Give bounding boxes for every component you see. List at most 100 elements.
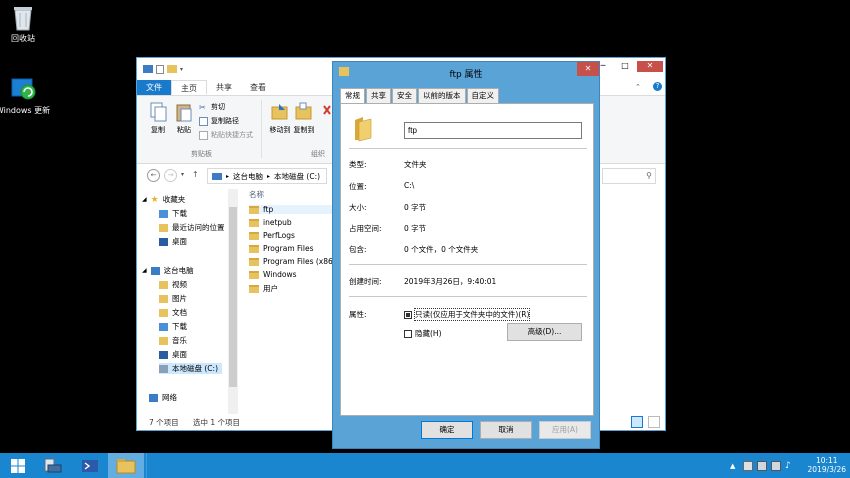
tab-customize[interactable]: 自定义 xyxy=(466,88,499,103)
nav-pc-desktop[interactable]: 桌面 xyxy=(159,349,187,360)
scrollbar-thumb[interactable] xyxy=(229,207,237,387)
start-button[interactable] xyxy=(0,453,36,478)
minimize-button[interactable]: ─ xyxy=(593,61,613,72)
nav-pc-downloads[interactable]: 下载 xyxy=(159,321,187,332)
nav-pc-music[interactable]: 音乐 xyxy=(159,335,187,346)
nav-this-pc[interactable]: ◢ 这台电脑 xyxy=(142,265,194,276)
details-view-icon[interactable] xyxy=(631,416,643,428)
quick-access-computer-icon[interactable] xyxy=(143,65,153,73)
copy-path-icon xyxy=(199,116,208,126)
explorer-close-button[interactable]: ✕ xyxy=(637,61,663,72)
address-bar[interactable]: ▸ 这台电脑 ▸ 本地磁盘 (C:) xyxy=(207,168,327,184)
apply-button[interactable]: 应用(A) xyxy=(539,421,591,439)
cut-button[interactable]: ✂ 剪切 xyxy=(199,102,225,112)
copy-to-button[interactable]: 复制到 xyxy=(289,102,319,135)
forward-button[interactable]: → xyxy=(164,169,177,182)
advanced-button[interactable]: 高级(D)... xyxy=(507,323,582,341)
tab-security[interactable]: 安全 xyxy=(392,88,417,103)
windows-update-icon xyxy=(10,76,36,102)
file-name: Program Files (x86 xyxy=(263,257,333,266)
paste-button[interactable]: 粘贴 xyxy=(169,102,199,135)
ok-button[interactable]: 确定 xyxy=(421,421,473,439)
readonly-checkbox[interactable]: 只读(仅应用于文件夹中的文件)(R) xyxy=(404,308,531,321)
quick-access-folder-icon[interactable] xyxy=(167,65,177,73)
taskbar-powershell[interactable] xyxy=(72,453,108,478)
checkbox-icon xyxy=(404,329,412,338)
search-input[interactable]: ⚲ xyxy=(602,168,656,184)
nav-item-label: 视频 xyxy=(172,280,187,289)
general-tab-page: 类型: 文件夹 位置: C:\ 大小: 0 字节 占用空间: 0 字节 包含: … xyxy=(340,103,594,416)
size-on-disk-label: 占用空间: xyxy=(349,224,382,233)
taskbar-server-manager[interactable] xyxy=(34,453,70,478)
contains-value: 0 个文件，0 个文件夹 xyxy=(404,245,479,254)
breadcrumb-this-pc[interactable]: 这台电脑 xyxy=(233,171,263,182)
back-button[interactable]: ← xyxy=(147,169,160,182)
nav-item-label: 桌面 xyxy=(172,237,187,246)
size-on-disk-value: 0 字节 xyxy=(404,224,427,233)
hidden-checkbox[interactable]: 隐藏(H) xyxy=(404,328,442,339)
ribbon-divider xyxy=(261,100,262,158)
tab-view[interactable]: 查看 xyxy=(241,80,275,95)
column-header-name[interactable]: 名称 xyxy=(249,189,339,202)
desktop-icon-windows-update[interactable]: Windows 更新 xyxy=(0,76,53,116)
nav-favorites-recent[interactable]: 最近访问的位置 xyxy=(159,222,225,233)
taskbar-clock[interactable]: 10:11 2019/3/26 xyxy=(808,456,846,474)
type-label: 类型: xyxy=(349,160,367,169)
recent-locations-icon[interactable]: ▾ xyxy=(181,171,184,178)
nav-pc-documents[interactable]: 文档 xyxy=(159,307,187,318)
nav-item-label: 本地磁盘 (C:) xyxy=(172,364,218,373)
nav-favorites[interactable]: ◢ ★ 收藏夹 xyxy=(142,194,185,205)
file-row[interactable]: inetpub xyxy=(249,218,292,227)
tab-general[interactable]: 常规 xyxy=(340,88,365,104)
nav-item-label: 桌面 xyxy=(172,350,187,359)
nav-pc-local-disk[interactable]: 本地磁盘 (C:) xyxy=(159,363,222,374)
nav-pc-videos[interactable]: 视频 xyxy=(159,279,187,290)
file-row[interactable]: Windows xyxy=(249,270,296,279)
file-row[interactable]: PerfLogs xyxy=(249,231,295,240)
action-center-icon[interactable] xyxy=(743,461,753,471)
breadcrumb-drive[interactable]: 本地磁盘 (C:) xyxy=(274,171,320,182)
taskbar-file-explorer[interactable] xyxy=(108,453,144,478)
checkbox-indeterminate-icon xyxy=(404,310,412,319)
tab-share[interactable]: 共享 xyxy=(207,80,241,95)
maximize-button[interactable]: □ xyxy=(615,61,635,72)
file-row[interactable]: Program Files (x86 xyxy=(249,257,333,266)
tab-previous-versions[interactable]: 以前的版本 xyxy=(418,88,466,103)
tab-sharing[interactable]: 共享 xyxy=(366,88,391,103)
folder-name-field[interactable] xyxy=(404,122,582,139)
up-arrow-icon[interactable]: ↑ xyxy=(192,170,199,179)
expand-icon: ◢ xyxy=(142,196,147,203)
quick-access-properties-icon[interactable] xyxy=(156,64,164,74)
delete-icon[interactable] xyxy=(323,104,331,120)
quick-access-dropdown-icon[interactable]: ▾ xyxy=(180,66,183,73)
cancel-button[interactable]: 取消 xyxy=(480,421,532,439)
volume-tray-icon[interactable]: ♪ xyxy=(785,461,795,471)
nav-network[interactable]: 网络 xyxy=(149,392,177,403)
nav-pc-pictures[interactable]: 图片 xyxy=(159,293,187,304)
large-icons-view-icon[interactable] xyxy=(648,416,660,428)
show-hidden-icons-icon[interactable]: ▲ xyxy=(730,461,740,471)
file-row[interactable]: Program Files xyxy=(249,244,314,253)
desktop-icon-recycle-bin[interactable]: 回收站 xyxy=(0,4,53,44)
downloads-folder-icon xyxy=(159,209,168,218)
file-row-ftp[interactable]: ftp xyxy=(249,205,339,214)
folder-icon xyxy=(249,270,259,279)
search-icon: ⚲ xyxy=(646,171,652,180)
paste-shortcut-button[interactable]: 粘贴快捷方式 xyxy=(199,130,253,140)
network-tray-icon[interactable] xyxy=(757,461,767,471)
nav-pane-scrollbar[interactable] xyxy=(228,189,238,414)
readonly-label: 只读(仅应用于文件夹中的文件)(R) xyxy=(413,308,531,321)
help-icon[interactable]: ? xyxy=(653,82,662,91)
file-row[interactable]: 用户 xyxy=(249,283,278,294)
nav-favorites-downloads[interactable]: 下载 xyxy=(159,208,187,219)
separator xyxy=(349,296,587,297)
nav-favorites-label: 收藏夹 xyxy=(162,195,186,204)
nav-favorites-desktop[interactable]: 桌面 xyxy=(159,236,187,247)
ribbon-collapse-icon[interactable]: ⌃ xyxy=(635,83,641,91)
tab-home[interactable]: 主页 xyxy=(171,80,207,95)
tab-file[interactable]: 文件 xyxy=(137,80,171,95)
downloads-folder-icon xyxy=(159,322,168,331)
network-warning-tray-icon[interactable] xyxy=(771,461,781,471)
documents-folder-icon xyxy=(159,308,168,317)
copy-path-button[interactable]: 复制路径 xyxy=(199,116,239,126)
